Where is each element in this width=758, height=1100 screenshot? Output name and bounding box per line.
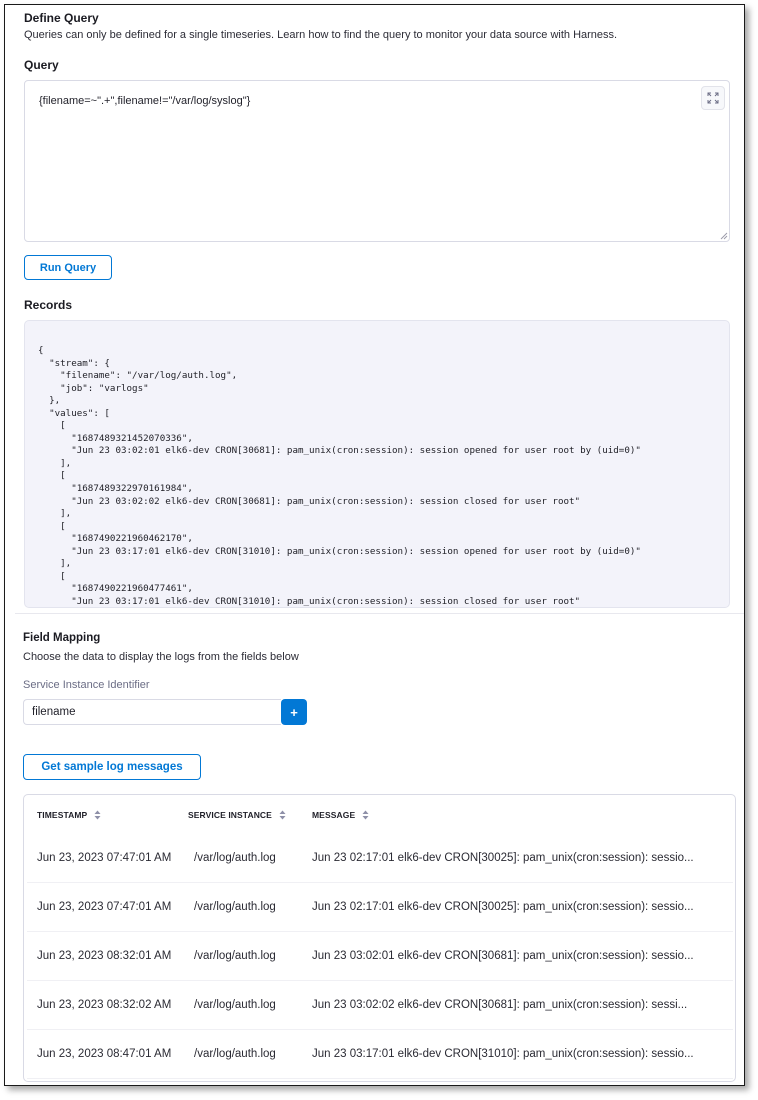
query-editor[interactable]: {filename=~".+",filename!="/var/log/sysl… xyxy=(24,80,730,242)
column-label: SERVICE INSTANCE xyxy=(188,810,272,820)
cell-service-instance: /var/log/auth.log xyxy=(194,999,276,1011)
table-header: TIMESTAMP SERVICE INSTANCE MESSAGE xyxy=(24,795,735,835)
field-mapping-description: Choose the data to display the logs from… xyxy=(23,651,299,663)
table-row[interactable]: Jun 23, 2023 07:47:01 AM /var/log/auth.l… xyxy=(27,884,733,932)
cell-message: Jun 23 02:17:01 elk6-dev CRON[30025]: pa… xyxy=(312,852,694,864)
resize-grip-icon[interactable] xyxy=(720,232,728,240)
cell-message: Jun 23 03:02:01 elk6-dev CRON[30681]: pa… xyxy=(312,950,694,962)
table-row[interactable]: Jun 23, 2023 07:47:01 AM /var/log/auth.l… xyxy=(27,835,733,883)
cell-timestamp: Jun 23, 2023 08:32:01 AM xyxy=(37,950,172,962)
column-label: MESSAGE xyxy=(312,810,356,820)
cell-timestamp: Jun 23, 2023 08:32:02 AM xyxy=(37,999,172,1011)
cell-message: Jun 23 03:02:02 elk6-dev CRON[30681]: pa… xyxy=(312,999,688,1011)
service-instance-input[interactable] xyxy=(23,699,281,725)
table-row[interactable]: Jun 23, 2023 08:32:01 AM /var/log/auth.l… xyxy=(27,933,733,981)
table-row[interactable]: Jun 23, 2023 08:47:01 AM /var/log/auth.l… xyxy=(27,1031,733,1079)
field-mapping-title: Field Mapping xyxy=(23,632,101,644)
expand-button[interactable] xyxy=(701,86,725,110)
cell-service-instance: /var/log/auth.log xyxy=(194,950,276,962)
cell-message: Jun 23 02:17:01 elk6-dev CRON[30025]: pa… xyxy=(312,901,694,913)
expand-icon xyxy=(707,92,719,104)
cell-service-instance: /var/log/auth.log xyxy=(194,901,276,913)
column-header-service-instance[interactable]: SERVICE INSTANCE xyxy=(188,810,286,820)
column-header-message[interactable]: MESSAGE xyxy=(312,810,369,820)
add-field-button[interactable]: + xyxy=(281,699,307,725)
column-header-timestamp[interactable]: TIMESTAMP xyxy=(37,810,101,820)
cell-service-instance: /var/log/auth.log xyxy=(194,852,276,864)
records-label: Records xyxy=(24,298,73,312)
cell-timestamp: Jun 23, 2023 08:47:01 AM xyxy=(37,1048,172,1060)
cell-service-instance: /var/log/auth.log xyxy=(194,1048,276,1060)
define-query-title: Define Query xyxy=(24,11,99,25)
section-divider xyxy=(15,613,744,614)
sample-logs-table: TIMESTAMP SERVICE INSTANCE MESSAGE Jun 2… xyxy=(23,794,736,1082)
column-label: TIMESTAMP xyxy=(37,810,88,820)
get-sample-logs-button[interactable]: Get sample log messages xyxy=(23,754,201,780)
query-label: Query xyxy=(24,58,59,72)
records-panel[interactable]: { "stream": { "filename": "/var/log/auth… xyxy=(24,320,730,608)
plus-icon: + xyxy=(290,704,298,720)
define-query-description: Queries can only be defined for a single… xyxy=(24,29,618,41)
cell-message: Jun 23 03:17:01 elk6-dev CRON[31010]: pa… xyxy=(312,1048,694,1060)
query-text[interactable]: {filename=~".+",filename!="/var/log/sysl… xyxy=(39,95,250,107)
records-content: { "stream": { "filename": "/var/log/auth… xyxy=(38,345,641,607)
sort-icon[interactable] xyxy=(94,810,101,820)
cell-timestamp: Jun 23, 2023 07:47:01 AM xyxy=(37,901,172,913)
table-row[interactable]: Jun 23, 2023 08:32:02 AM /var/log/auth.l… xyxy=(27,982,733,1030)
sort-icon[interactable] xyxy=(362,810,369,820)
cell-timestamp: Jun 23, 2023 07:47:01 AM xyxy=(37,852,172,864)
service-instance-label: Service Instance Identifier xyxy=(23,679,150,691)
define-query-section: Define Query Queries can only be defined… xyxy=(5,5,744,613)
run-query-button[interactable]: Run Query xyxy=(24,255,112,280)
sort-icon[interactable] xyxy=(279,810,286,820)
page-frame: Define Query Queries can only be defined… xyxy=(4,4,745,1086)
